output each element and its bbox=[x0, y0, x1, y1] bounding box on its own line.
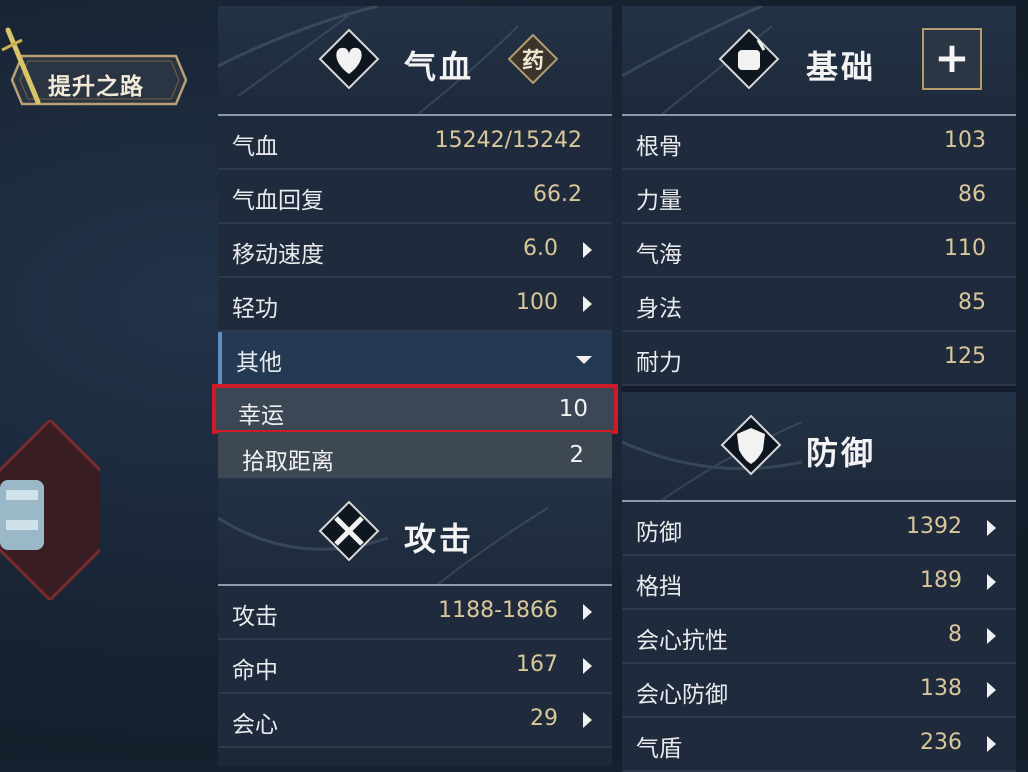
sub-row-pickup-range[interactable]: 拾取距离 2 bbox=[218, 432, 612, 478]
equipment-slot[interactable] bbox=[0, 420, 100, 600]
attack-header: 攻击 bbox=[218, 478, 612, 586]
stat-label: 幸运 bbox=[238, 403, 284, 429]
stat-row-move-speed[interactable]: 移动速度 6.0 bbox=[218, 224, 612, 278]
basic-title: 基础 bbox=[806, 48, 877, 86]
chevron-right-icon[interactable] bbox=[987, 520, 996, 536]
stat-value: 29 bbox=[530, 706, 558, 731]
attack-list: 攻击 1188-1866 命中 167 会心 29 bbox=[218, 586, 612, 748]
sub-row-luck[interactable]: 幸运 10 bbox=[212, 384, 618, 434]
plus-icon: + bbox=[934, 33, 970, 82]
stat-row-qi-shield[interactable]: 气盾 236 bbox=[622, 718, 1016, 772]
crossed-swords-icon bbox=[318, 500, 380, 562]
medicine-label: 药 bbox=[522, 48, 544, 74]
stat-value: 110 bbox=[944, 236, 986, 261]
attack-title: 攻击 bbox=[404, 520, 475, 558]
stat-row-stamina: 耐力 125 bbox=[622, 332, 1016, 386]
basic-list: 根骨 103 力量 86 气海 110 身法 85 耐力 125 bbox=[622, 116, 1016, 386]
stat-label: 其他 bbox=[236, 350, 282, 376]
stat-value: 100 bbox=[516, 290, 558, 315]
chevron-right-icon[interactable] bbox=[987, 574, 996, 590]
stat-row-strength: 力量 86 bbox=[622, 170, 1016, 224]
stat-label: 拾取距离 bbox=[242, 449, 334, 475]
stat-value: 236 bbox=[920, 730, 962, 755]
stat-value: 8 bbox=[948, 622, 962, 647]
stat-label: 气盾 bbox=[636, 736, 682, 762]
stat-row-agility: 身法 85 bbox=[622, 278, 1016, 332]
stat-row-other-expand[interactable]: 其他 bbox=[218, 332, 612, 386]
chevron-right-icon[interactable] bbox=[583, 604, 592, 620]
stat-row-defense[interactable]: 防御 1392 bbox=[622, 502, 1016, 556]
basic-header: 基础 + bbox=[622, 6, 1016, 116]
stat-row-block[interactable]: 格挡 189 bbox=[622, 556, 1016, 610]
stat-value: 125 bbox=[944, 344, 986, 369]
defense-header: 防御 bbox=[622, 386, 1016, 502]
chevron-right-icon[interactable] bbox=[583, 712, 592, 728]
stat-label: 会心抗性 bbox=[636, 628, 728, 654]
stat-value: 1392 bbox=[906, 514, 962, 539]
stat-value: 103 bbox=[944, 128, 986, 153]
stat-label: 气血 bbox=[232, 134, 278, 160]
stat-label: 会心 bbox=[232, 712, 278, 738]
stat-value: 138 bbox=[920, 676, 962, 701]
stat-label: 气血回复 bbox=[232, 188, 324, 214]
stat-label: 会心防御 bbox=[636, 682, 728, 708]
chevron-right-icon[interactable] bbox=[987, 736, 996, 752]
stat-value: 15242/15242 bbox=[434, 128, 582, 153]
stat-value: 2 bbox=[569, 442, 584, 468]
stat-label: 命中 bbox=[232, 658, 278, 684]
shield-icon bbox=[720, 414, 782, 476]
fist-icon bbox=[718, 28, 780, 90]
stat-row-qinggong[interactable]: 轻功 100 bbox=[218, 278, 612, 332]
qixue-title: 气血 bbox=[404, 48, 475, 86]
defense-title: 防御 bbox=[806, 434, 877, 472]
chevron-right-icon[interactable] bbox=[583, 242, 592, 258]
stat-row-crit-resist[interactable]: 会心抗性 8 bbox=[622, 610, 1016, 664]
defense-list: 防御 1392 格挡 189 会心抗性 8 会心防御 138 气盾 236 bbox=[622, 502, 1016, 772]
stat-label: 身法 bbox=[636, 296, 682, 322]
chevron-right-icon[interactable] bbox=[583, 296, 592, 312]
stat-row-qixue-huifu: 气血回复 66.2 bbox=[218, 170, 612, 224]
stat-row-crit[interactable]: 会心 29 bbox=[218, 694, 612, 748]
stat-label: 耐力 bbox=[636, 350, 682, 376]
stat-label: 防御 bbox=[636, 520, 682, 546]
stat-value: 10 bbox=[558, 396, 588, 422]
stat-value: 66.2 bbox=[533, 182, 582, 207]
chevron-right-icon[interactable] bbox=[583, 658, 592, 674]
qixue-header: 气血 药 bbox=[218, 6, 612, 116]
stat-row-gengu: 根骨 103 bbox=[622, 116, 1016, 170]
right-column: 基础 + 根骨 103 力量 86 气海 110 身法 85 耐力 125 防御… bbox=[622, 6, 1016, 772]
stat-value: 86 bbox=[958, 182, 986, 207]
qixue-list: 气血 15242/15242 气血回复 66.2 移动速度 6.0 轻功 100… bbox=[212, 116, 618, 478]
stat-row-attack[interactable]: 攻击 1188-1866 bbox=[218, 586, 612, 640]
stat-label: 气海 bbox=[636, 242, 682, 268]
chevron-right-icon[interactable] bbox=[987, 628, 996, 644]
heart-icon bbox=[318, 28, 380, 90]
stat-value: 1188-1866 bbox=[438, 598, 558, 623]
back-tab-label: 提升之路 bbox=[48, 73, 144, 100]
sword-icon bbox=[1, 27, 41, 105]
add-point-button[interactable]: + bbox=[922, 28, 982, 90]
stat-label: 攻击 bbox=[232, 604, 278, 630]
left-column: 气血 药 气血 15242/15242 气血回复 66.2 移动速度 6.0 轻… bbox=[212, 6, 618, 766]
stat-label: 根骨 bbox=[636, 134, 682, 160]
stat-value: 167 bbox=[516, 652, 558, 677]
stat-row-hit[interactable]: 命中 167 bbox=[218, 640, 612, 694]
chevron-down-icon[interactable] bbox=[576, 356, 592, 364]
stat-label: 力量 bbox=[636, 188, 682, 214]
stat-label: 轻功 bbox=[232, 296, 278, 322]
stat-label: 格挡 bbox=[636, 574, 682, 600]
stat-row-qihai: 气海 110 bbox=[622, 224, 1016, 278]
chevron-right-icon[interactable] bbox=[987, 682, 996, 698]
stat-row-qixue: 气血 15242/15242 bbox=[218, 116, 612, 170]
stat-value: 6.0 bbox=[523, 236, 558, 261]
stat-value: 189 bbox=[920, 568, 962, 593]
stat-row-crit-defense[interactable]: 会心防御 138 bbox=[622, 664, 1016, 718]
stat-value: 85 bbox=[958, 290, 986, 315]
stat-label: 移动速度 bbox=[232, 242, 324, 268]
medicine-button[interactable]: 药 bbox=[508, 34, 558, 84]
